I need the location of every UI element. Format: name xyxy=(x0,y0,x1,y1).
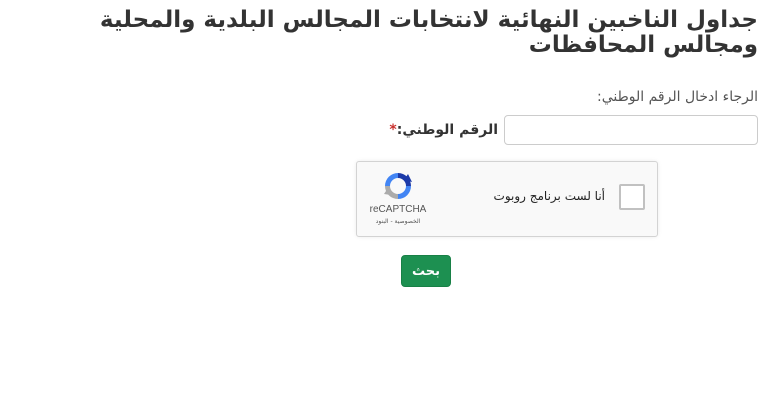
instruction-text: الرجاء ادخال الرقم الوطني: xyxy=(597,89,758,105)
recaptcha-privacy-terms-link[interactable]: الخصوصية - البنود xyxy=(367,218,429,225)
recaptcha-label: أنا لست برنامج روبوت xyxy=(493,189,605,203)
national-id-row: الرقم الوطني:* xyxy=(386,114,758,146)
recaptcha-icon xyxy=(384,173,412,199)
national-id-label-text: الرقم الوطني: xyxy=(396,122,498,138)
national-id-input[interactable] xyxy=(504,115,758,145)
required-indicator: * xyxy=(389,122,397,138)
recaptcha-brand: reCAPTCHA xyxy=(369,204,427,215)
recaptcha-checkbox[interactable] xyxy=(619,184,645,210)
page-title: جداول الناخبين النهائية لانتخابات المجال… xyxy=(99,7,758,58)
recaptcha-widget: أنا لست برنامج روبوت reCAPTCHA الخصوصية … xyxy=(356,161,658,237)
search-button[interactable]: بحث xyxy=(401,255,451,287)
recaptcha-logo: reCAPTCHA الخصوصية - البنود xyxy=(367,170,429,225)
national-id-label: الرقم الوطني:* xyxy=(386,122,498,138)
